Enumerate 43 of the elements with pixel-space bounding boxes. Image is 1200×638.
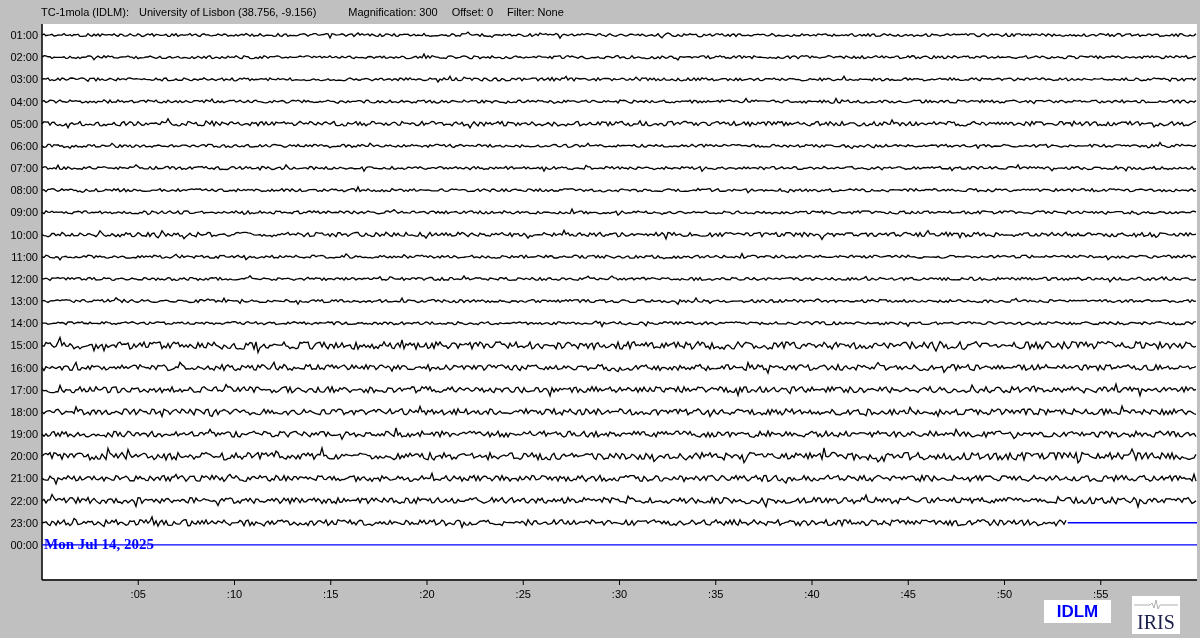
hour-label: 17:00 bbox=[10, 383, 38, 396]
hour-label: 13:00 bbox=[10, 295, 38, 308]
minute-label: :15 bbox=[323, 588, 339, 600]
minute-label: :20 bbox=[419, 588, 435, 600]
hour-label: 09:00 bbox=[10, 206, 38, 219]
hour-label: 21:00 bbox=[10, 472, 38, 485]
minute-label: :30 bbox=[611, 588, 628, 600]
minute-label: :55 bbox=[1093, 588, 1109, 600]
hour-label: 16:00 bbox=[10, 361, 38, 374]
waveform-icon bbox=[1134, 600, 1178, 610]
hour-label: 23:00 bbox=[10, 516, 38, 529]
minute-label: :05 bbox=[130, 588, 146, 600]
hour-label: 11:00 bbox=[11, 250, 38, 263]
hour-label: 00:00 bbox=[10, 538, 38, 551]
offset-label: Offset: 0 bbox=[451, 4, 493, 20]
hour-label: 06:00 bbox=[10, 139, 38, 152]
hour-label: 04:00 bbox=[10, 95, 38, 108]
minute-label: :10 bbox=[226, 588, 243, 600]
hour-label: 12:00 bbox=[10, 272, 38, 285]
hour-label: 14:00 bbox=[10, 317, 38, 330]
minute-label: :35 bbox=[708, 588, 724, 600]
minute-label: :45 bbox=[900, 588, 916, 600]
hour-label: 15:00 bbox=[10, 339, 38, 352]
station-logo: IDLM bbox=[1044, 600, 1111, 623]
magnification-label: Magnification: 300 bbox=[348, 4, 438, 20]
hour-label: 19:00 bbox=[10, 428, 38, 441]
network-logo: IRIS bbox=[1132, 596, 1180, 634]
hour-label: 05:00 bbox=[10, 117, 38, 130]
station-label: TC-1mola (IDLM): bbox=[41, 4, 129, 20]
minute-label: :25 bbox=[515, 588, 531, 600]
location-label: University of Lisbon (38.756, -9.156) bbox=[139, 4, 317, 20]
hour-label: 07:00 bbox=[10, 162, 38, 174]
hour-label: 01:00 bbox=[10, 29, 38, 41]
hour-label: 10:00 bbox=[10, 228, 38, 241]
minute-label: :50 bbox=[996, 588, 1013, 600]
hour-label: 08:00 bbox=[10, 184, 38, 197]
hour-label: 03:00 bbox=[10, 73, 38, 86]
hour-label: 20:00 bbox=[10, 450, 38, 463]
filter-label: Filter: None bbox=[507, 4, 564, 20]
minute-label: :40 bbox=[804, 588, 820, 600]
hour-label: 02:00 bbox=[10, 51, 38, 64]
hour-label: 22:00 bbox=[10, 494, 38, 507]
hour-label: 18:00 bbox=[10, 405, 38, 418]
